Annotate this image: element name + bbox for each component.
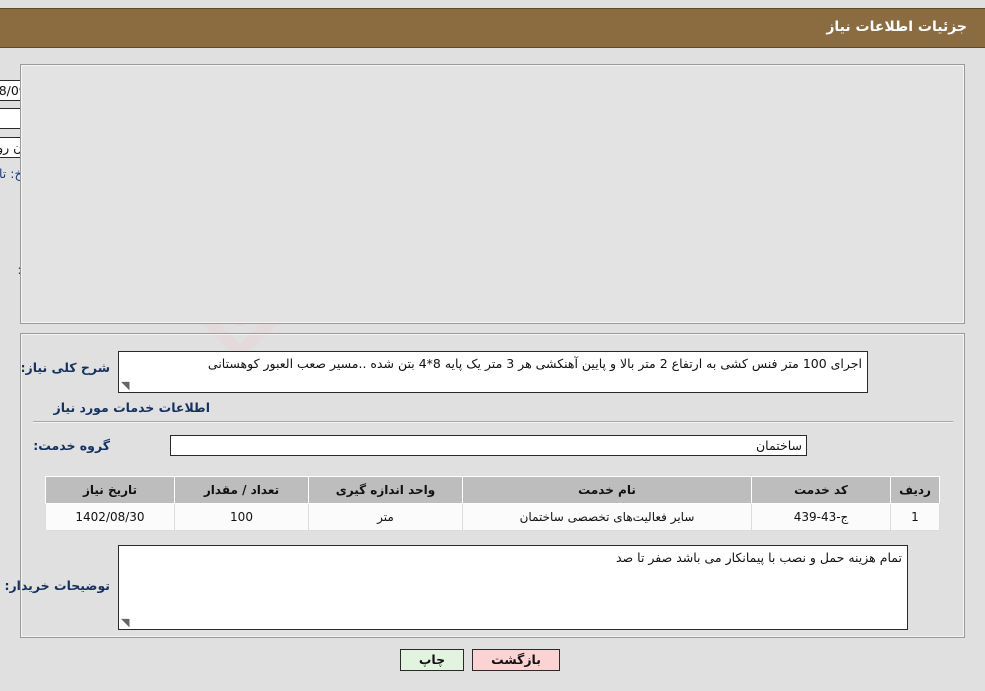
col-unit: واحد اندازه گیری	[308, 476, 463, 504]
col-service-name: نام خدمت	[462, 476, 752, 504]
page-root: AriaTender.net جزئیات اطلاعات نیاز شماره…	[0, 0, 985, 691]
col-service-code: کد خدمت	[751, 476, 891, 504]
col-need-date: تاریخ نیاز	[45, 476, 175, 504]
cell-quantity: 100	[174, 503, 309, 531]
table-header-row: ردیف کد خدمت نام خدمت واحد اندازه گیری ت…	[45, 476, 940, 504]
col-quantity: تعداد / مقدار	[174, 476, 309, 504]
services-table: ردیف کد خدمت نام خدمت واحد اندازه گیری ت…	[45, 476, 940, 531]
page-header-bar: جزئیات اطلاعات نیاز	[0, 8, 985, 48]
page-title: جزئیات اطلاعات نیاز	[826, 19, 967, 35]
cell-need-date: 1402/08/30	[45, 503, 175, 531]
cell-service-name: سایر فعالیت‌های تخصصی ساختمان	[462, 503, 752, 531]
cell-unit: متر	[308, 503, 463, 531]
print-button[interactable]: چاپ	[400, 649, 464, 671]
cell-row-index: 1	[890, 503, 940, 531]
back-button[interactable]: بازگشت	[472, 649, 560, 671]
cell-service-code: ج-43-439	[751, 503, 891, 531]
need-summary-panel	[20, 64, 965, 324]
table-row: 1 ج-43-439 سایر فعالیت‌های تخصصی ساختمان…	[45, 503, 940, 531]
col-row-index: ردیف	[890, 476, 940, 504]
